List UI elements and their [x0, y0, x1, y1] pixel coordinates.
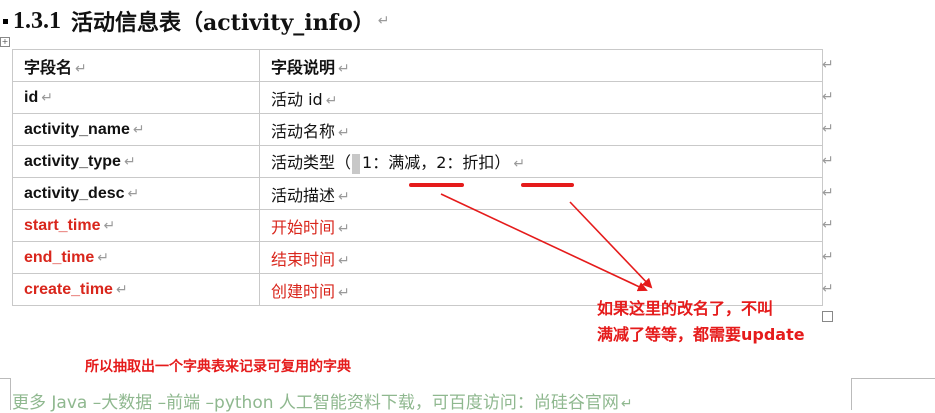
page-corner-right: [851, 378, 935, 410]
footer-text: 更多 Java –大数据 –前端 –python 人工智能资料下载，可百度访问：…: [12, 393, 633, 413]
annotation-note: 如果这里的改名了，不叫 满减了等等，都需要update: [597, 299, 805, 344]
paragraph-mark-icon: ↵: [620, 396, 633, 412]
page-corner-left: [0, 378, 11, 410]
annotation-summary: 所以抽取出一个字典表来记录可复用的字典: [85, 359, 351, 375]
arrow-line: [440, 193, 648, 292]
